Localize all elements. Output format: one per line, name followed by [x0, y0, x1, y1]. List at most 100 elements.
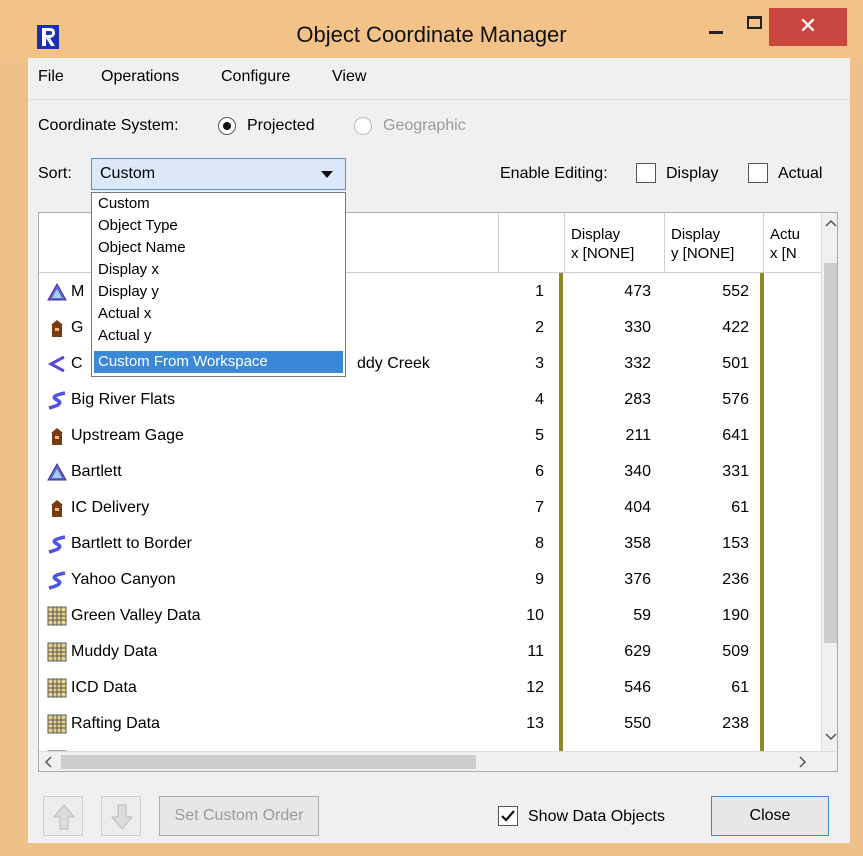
vertical-scrollbar[interactable] [821, 213, 837, 753]
display-x-value[interactable]: 340 [591, 463, 651, 481]
move-down-button[interactable] [101, 796, 141, 836]
projected-label[interactable]: Projected [247, 117, 315, 135]
horizontal-scrollbar[interactable] [39, 751, 837, 771]
table-row[interactable]: Green Valley Data 10 59 190 [39, 599, 819, 634]
header-display-x-line2: x [NONE] [571, 245, 635, 262]
table-row[interactable]: Upstream Gage 5 211 641 [39, 419, 819, 454]
display-y-value[interactable]: 576 [689, 391, 749, 409]
object-name: IC Delivery [71, 499, 150, 516]
table-row[interactable]: Big River Flats 4 283 576 [39, 383, 819, 418]
data-object-icon [47, 714, 67, 734]
display-y-value[interactable]: 641 [689, 427, 749, 445]
data-object-icon [47, 606, 67, 626]
display-x-value[interactable]: 376 [591, 571, 651, 589]
display-x-value[interactable]: 358 [591, 535, 651, 553]
sort-option[interactable]: Display x [98, 261, 159, 278]
header-actual-x[interactable]: Actu x [N [764, 213, 821, 273]
data-object-icon [47, 642, 67, 662]
header-index[interactable] [499, 213, 565, 273]
display-y-value[interactable]: 153 [689, 535, 749, 553]
sort-option[interactable]: Display y [98, 283, 159, 300]
display-x-value[interactable]: 404 [591, 499, 651, 517]
sort-select[interactable]: Custom [91, 158, 346, 190]
actual-editing-label: Actual [778, 165, 823, 182]
display-y-value[interactable]: 236 [689, 571, 749, 589]
set-custom-order-button[interactable]: Set Custom Order [159, 796, 319, 836]
display-x-value[interactable]: 283 [591, 391, 651, 409]
display-x-value[interactable]: 629 [591, 643, 651, 661]
row-index: 8 [535, 535, 544, 552]
header-display-y-line1: Display [671, 226, 721, 243]
display-editing-checkbox[interactable] [636, 163, 656, 183]
table-row[interactable]: ICD Data 12 546 61 [39, 671, 819, 706]
display-y-value[interactable]: 61 [689, 499, 749, 517]
display-y-value[interactable]: 552 [689, 283, 749, 301]
object-name: Upstream Gage [71, 427, 184, 444]
window: Object Coordinate Manager ✕ File Operati… [0, 0, 863, 856]
show-data-objects-checkbox[interactable] [498, 806, 518, 826]
sort-option-highlighted[interactable]: Custom From Workspace [94, 351, 343, 373]
menu-configure[interactable]: Configure [221, 68, 290, 86]
header-display-x-line1: Display [571, 226, 621, 243]
display-y-value[interactable]: 331 [689, 463, 749, 481]
header-display-y[interactable]: Display y [NONE] [665, 213, 764, 273]
row-index: 1 [535, 283, 544, 300]
sort-option[interactable]: Actual x [98, 305, 151, 322]
minimize-button[interactable] [697, 8, 735, 46]
table-row[interactable]: Yahoo Canyon 9 376 236 [39, 563, 819, 598]
display-y-value[interactable]: 501 [689, 355, 749, 373]
display-x-value[interactable]: 546 [591, 679, 651, 697]
scroll-left-icon[interactable] [44, 756, 52, 768]
table-row[interactable]: Bartlett to Border 8 358 153 [39, 527, 819, 562]
table-row[interactable]: Bartlett 6 340 331 [39, 455, 819, 490]
object-name: Green Valley Data [71, 607, 201, 624]
display-y-value[interactable]: 190 [689, 607, 749, 625]
scroll-down-icon[interactable] [825, 733, 837, 741]
reach-icon [47, 534, 67, 554]
actual-editing-checkbox[interactable] [748, 163, 768, 183]
row-index: 5 [535, 427, 544, 444]
display-x-value[interactable]: 211 [591, 427, 651, 445]
geographic-label[interactable]: Geographic [383, 117, 466, 135]
close-button[interactable]: Close [711, 796, 829, 836]
move-up-button[interactable] [43, 796, 83, 836]
scroll-right-icon[interactable] [799, 756, 807, 768]
close-window-button[interactable]: ✕ [769, 8, 847, 46]
horizontal-scroll-thumb[interactable] [61, 755, 476, 769]
title-bar[interactable]: Object Coordinate Manager ✕ [0, 0, 863, 58]
display-x-value[interactable]: 550 [591, 715, 651, 733]
display-x-value[interactable]: 330 [591, 319, 651, 337]
vertical-scroll-thumb[interactable] [824, 263, 837, 643]
sort-label: Sort: [38, 165, 72, 182]
gage-icon [47, 498, 67, 518]
table-row[interactable]: Muddy Data 11 629 509 [39, 635, 819, 670]
geographic-radio[interactable] [354, 117, 372, 135]
object-name: G [71, 319, 84, 336]
enable-editing-label: Enable Editing: [500, 165, 608, 182]
menu-view[interactable]: View [332, 68, 366, 86]
reach-icon [47, 570, 67, 590]
object-name: Bartlett [71, 463, 122, 480]
projected-radio[interactable] [218, 117, 236, 135]
display-x-value[interactable]: 59 [591, 607, 651, 625]
table-row[interactable]: IC Delivery 7 404 61 [39, 491, 819, 526]
menu-file[interactable]: File [38, 68, 64, 86]
sort-option[interactable]: Object Type [98, 217, 178, 234]
header-display-y-line2: y [NONE] [671, 245, 735, 262]
sort-option[interactable]: Custom [98, 195, 150, 212]
sort-option[interactable]: Object Name [98, 239, 186, 256]
display-x-value[interactable]: 332 [591, 355, 651, 373]
sort-option[interactable]: Actual y [98, 327, 151, 344]
header-actual-x-line2: x [N [770, 245, 797, 262]
object-name: Bartlett to Border [71, 535, 192, 552]
display-y-value[interactable]: 422 [689, 319, 749, 337]
header-display-x[interactable]: Display x [NONE] [565, 213, 665, 273]
minimize-icon [709, 31, 723, 34]
display-y-value[interactable]: 61 [689, 679, 749, 697]
table-row[interactable]: Rafting Data 13 550 238 [39, 707, 819, 742]
scroll-up-icon[interactable] [825, 219, 837, 227]
display-y-value[interactable]: 509 [689, 643, 749, 661]
menu-operations[interactable]: Operations [101, 68, 179, 86]
display-y-value[interactable]: 238 [689, 715, 749, 733]
display-x-value[interactable]: 473 [591, 283, 651, 301]
